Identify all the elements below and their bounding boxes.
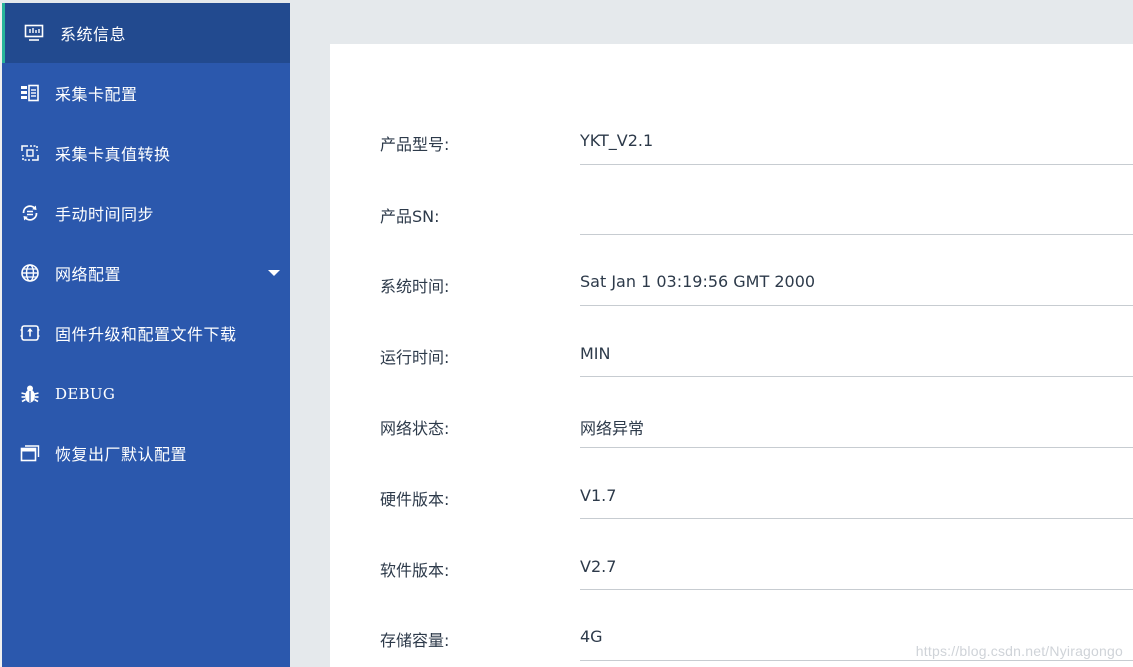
row-divider xyxy=(580,376,1133,377)
monitor-icon xyxy=(24,23,44,43)
info-row-software-version: 软件版本: V2.7 xyxy=(330,530,1133,601)
window-icon xyxy=(20,443,40,463)
info-row-system-time: 系统时间: Sat Jan 1 03:19:56 GMT 2000 xyxy=(330,246,1133,317)
info-value: MIN xyxy=(580,344,611,363)
info-value: YKT_V2.1 xyxy=(580,131,654,150)
card-config-icon xyxy=(20,83,40,103)
sidebar-item-label: 手动时间同步 xyxy=(55,205,155,224)
bug-icon xyxy=(20,384,40,404)
convert-icon xyxy=(20,143,40,163)
sidebar-item-label: 网络配置 xyxy=(55,265,122,284)
info-label: 产品型号: xyxy=(380,135,450,154)
info-label: 硬件版本: xyxy=(380,490,450,509)
sidebar-item-label: 采集卡真值转换 xyxy=(55,145,171,164)
sidebar-item-card-config[interactable]: 采集卡配置 xyxy=(2,63,290,123)
row-divider xyxy=(580,518,1133,519)
app-window: 系统信息 采集卡配置 采集卡真值转换 手动时间同步 网络配置 固件升级和配置文件… xyxy=(0,0,1133,667)
sidebar-item-card-conversion[interactable]: 采集卡真值转换 xyxy=(2,123,290,183)
info-label: 网络状态: xyxy=(380,419,450,438)
row-divider xyxy=(580,660,1133,661)
info-value: 4G xyxy=(580,627,603,646)
system-info-panel: 产品型号: YKT_V2.1 产品SN: 系统时间: Sat Jan 1 03:… xyxy=(330,44,1133,667)
info-label: 存储容量: xyxy=(380,631,450,650)
info-row-network-status: 网络状态: 网络异常 xyxy=(330,388,1133,459)
info-value: Sat Jan 1 03:19:56 GMT 2000 xyxy=(580,272,816,291)
info-row-uptime: 运行时间: MIN xyxy=(330,317,1133,388)
info-value: V2.7 xyxy=(580,557,617,576)
sidebar-item-firmware-upgrade[interactable]: 固件升级和配置文件下载 xyxy=(2,303,290,363)
info-label: 产品SN: xyxy=(380,207,440,226)
info-row-hardware-version: 硬件版本: V1.7 xyxy=(330,459,1133,530)
sync-time-icon xyxy=(20,203,40,223)
info-row-product-model: 产品型号: YKT_V2.1 xyxy=(330,104,1133,175)
sidebar-item-label: DEBUG xyxy=(55,385,116,403)
info-label: 运行时间: xyxy=(380,348,450,367)
sidebar-item-network-config[interactable]: 网络配置 xyxy=(2,243,290,303)
sidebar-item-time-sync[interactable]: 手动时间同步 xyxy=(2,183,290,243)
sidebar-item-label: 恢复出厂默认配置 xyxy=(55,445,188,464)
globe-icon xyxy=(20,263,40,283)
info-label: 软件版本: xyxy=(380,561,450,580)
watermark: https://blog.csdn.net/Nyiragongo xyxy=(915,643,1123,659)
row-divider xyxy=(580,305,1133,306)
info-label: 系统时间: xyxy=(380,277,450,296)
row-divider xyxy=(580,447,1133,448)
sidebar-item-debug[interactable]: DEBUG xyxy=(2,364,290,424)
sidebar-item-label: 系统信息 xyxy=(60,25,127,44)
sidebar-item-label: 固件升级和配置文件下载 xyxy=(55,325,237,344)
row-divider xyxy=(580,164,1133,165)
sidebar-item-label: 采集卡配置 xyxy=(55,85,138,104)
row-divider xyxy=(580,234,1133,235)
upgrade-icon xyxy=(20,323,40,343)
info-row-product-sn: 产品SN: xyxy=(330,175,1133,246)
row-divider xyxy=(580,589,1133,590)
chevron-down-icon[interactable] xyxy=(268,270,280,276)
info-value: V1.7 xyxy=(580,486,617,505)
info-value: 网络异常 xyxy=(580,419,645,438)
sidebar-nav: 系统信息 采集卡配置 采集卡真值转换 手动时间同步 网络配置 固件升级和配置文件… xyxy=(2,3,290,667)
sidebar-item-system-info[interactable]: 系统信息 xyxy=(2,3,290,63)
sidebar-item-factory-reset[interactable]: 恢复出厂默认配置 xyxy=(2,423,290,483)
